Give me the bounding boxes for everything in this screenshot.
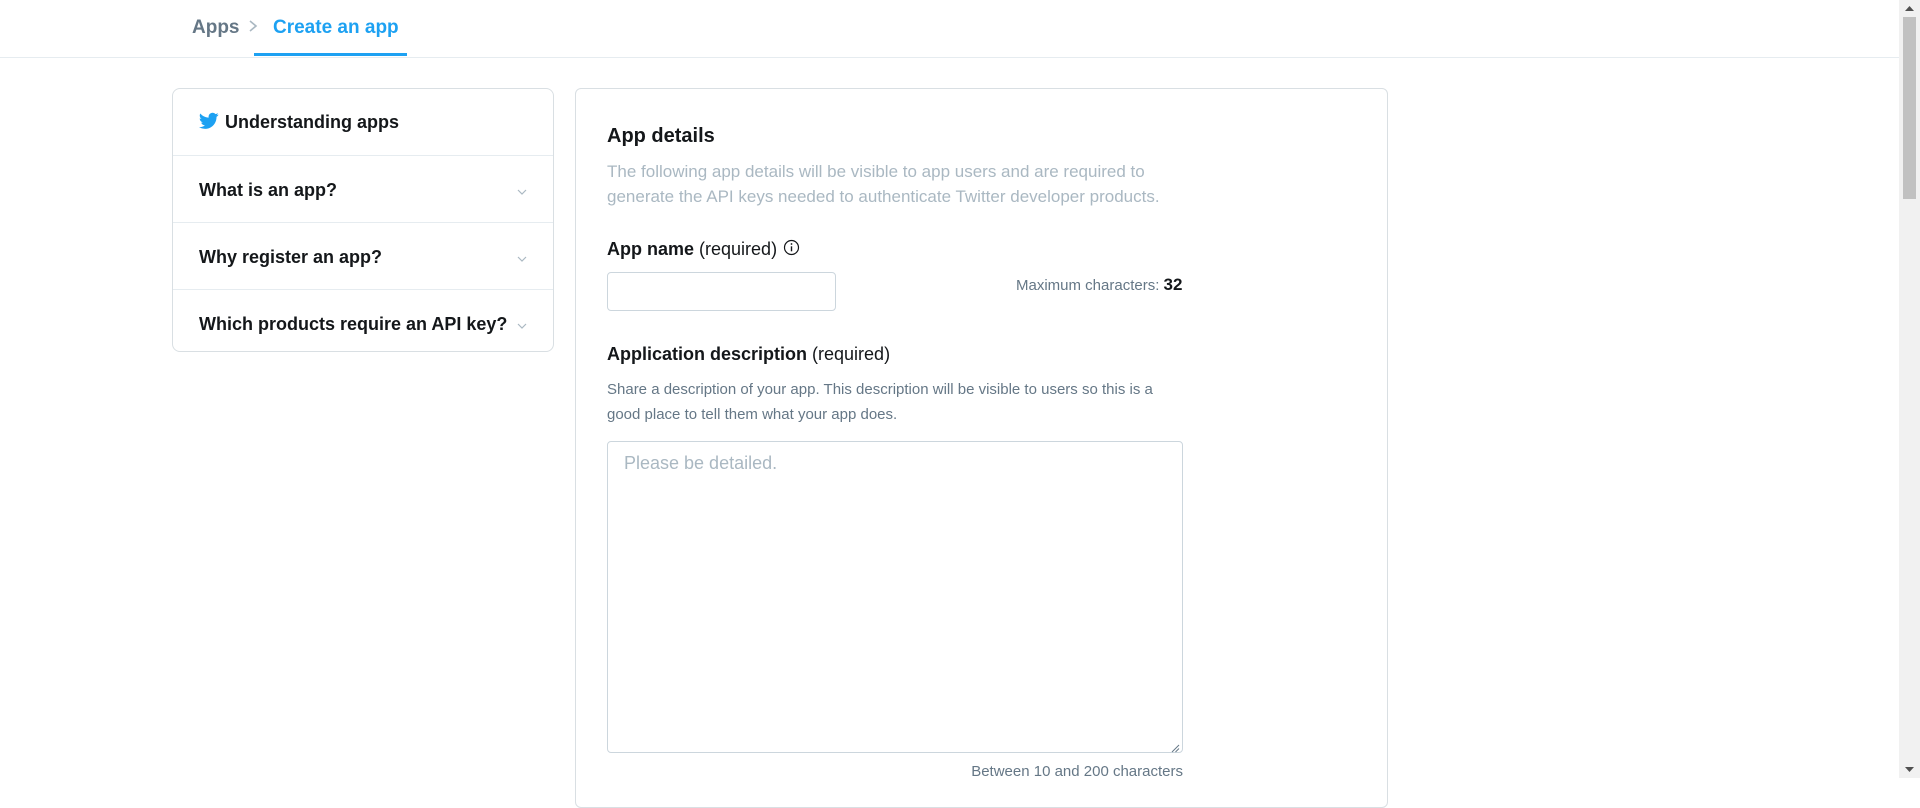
faq-item-label: Why register an app? <box>199 247 383 267</box>
max-characters-value: 32 <box>1163 275 1183 294</box>
active-tab-indicator <box>254 53 407 56</box>
twitter-bird-icon <box>198 112 219 130</box>
sidebar-header: Understanding apps <box>173 89 553 156</box>
character-range-hint: Between 10 and 200 characters <box>971 763 1183 780</box>
chevron-down-icon <box>517 251 527 262</box>
faq-item-what-is-an-app[interactable]: What is an app? <box>173 156 553 223</box>
sidebar-title: Understanding apps <box>225 112 400 132</box>
description-label-text: Application description <box>607 344 808 364</box>
resize-grip-icon[interactable] <box>1170 740 1180 753</box>
info-icon[interactable] <box>783 239 800 256</box>
description-placeholder: Please be detailed. <box>624 453 778 473</box>
max-characters-hint: Maximum characters: 32 <box>1016 275 1182 295</box>
faq-item-label: Which products require an API key? <box>199 314 508 334</box>
understanding-apps-panel: Understanding apps What is an app? Why r… <box>172 88 554 352</box>
description-label: Application description (required) <box>607 344 890 365</box>
vertical-scrollbar[interactable] <box>1899 0 1920 778</box>
chevron-down-icon <box>517 318 527 329</box>
breadcrumb-apps-link[interactable]: Apps <box>192 17 240 39</box>
breadcrumb-current: Create an app <box>273 17 399 38</box>
description-help-text: Share a description of your app. This de… <box>607 381 1153 423</box>
breadcrumb-separator-icon <box>248 15 260 43</box>
scroll-up-arrow-icon[interactable] <box>1899 0 1920 17</box>
description-textarea[interactable]: Please be detailed. <box>607 441 1183 753</box>
scrollbar-thumb[interactable] <box>1903 17 1916 199</box>
app-name-label-text: App name <box>607 239 695 259</box>
section-title: App details <box>607 125 715 147</box>
faq-item-label: What is an app? <box>199 180 338 200</box>
app-name-label: App name (required) <box>607 239 777 260</box>
app-details-form: App details The following app details wi… <box>575 88 1388 808</box>
section-description: The following app details will be visibl… <box>607 162 1160 206</box>
faq-item-why-register-an-app[interactable]: Why register an app? <box>173 223 553 290</box>
chevron-down-icon <box>517 184 527 195</box>
faq-item-which-products-require-api-key[interactable]: Which products require an API key? <box>173 290 553 356</box>
max-characters-label: Maximum characters: <box>1016 277 1160 294</box>
app-name-input[interactable] <box>607 272 836 311</box>
description-required: (required) <box>812 344 891 364</box>
scroll-down-arrow-icon[interactable] <box>1899 761 1920 778</box>
app-name-required: (required) <box>699 239 778 259</box>
top-navigation: Apps Create an app <box>0 0 1899 58</box>
